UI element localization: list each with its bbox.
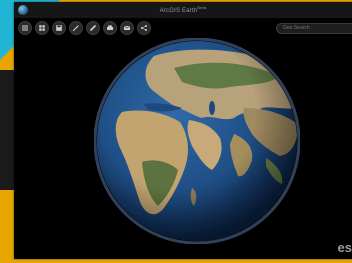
window-title: ArcGIS EarthBeta — [14, 5, 352, 14]
menu-button[interactable] — [18, 21, 32, 35]
print-button[interactable] — [103, 21, 117, 35]
print-icon — [107, 25, 113, 30]
app-window: ArcGIS EarthBeta Geo Search es — [14, 2, 352, 259]
pencil-icon — [72, 25, 79, 32]
menu-icon — [22, 25, 28, 31]
search-box[interactable] — [276, 23, 352, 34]
save-button[interactable] — [52, 21, 66, 35]
esri-watermark: es — [337, 240, 352, 255]
draw-button[interactable] — [69, 21, 83, 35]
basemap-button[interactable] — [35, 21, 49, 35]
email-button[interactable] — [120, 21, 134, 35]
measure-button[interactable] — [86, 21, 100, 35]
ruler-icon — [89, 24, 97, 32]
search-input[interactable] — [283, 25, 352, 31]
share-icon — [141, 25, 147, 31]
map-view[interactable] — [14, 38, 352, 259]
title-bar: ArcGIS EarthBeta — [14, 2, 352, 18]
globe[interactable] — [94, 38, 300, 244]
share-button[interactable] — [137, 21, 151, 35]
title-superscript: Beta — [197, 5, 207, 10]
title-text: ArcGIS Earth — [159, 8, 198, 14]
save-icon — [56, 25, 62, 31]
layers-icon — [39, 25, 45, 31]
toolbar — [18, 21, 151, 37]
background-bar — [0, 70, 14, 190]
mail-icon — [123, 25, 131, 30]
